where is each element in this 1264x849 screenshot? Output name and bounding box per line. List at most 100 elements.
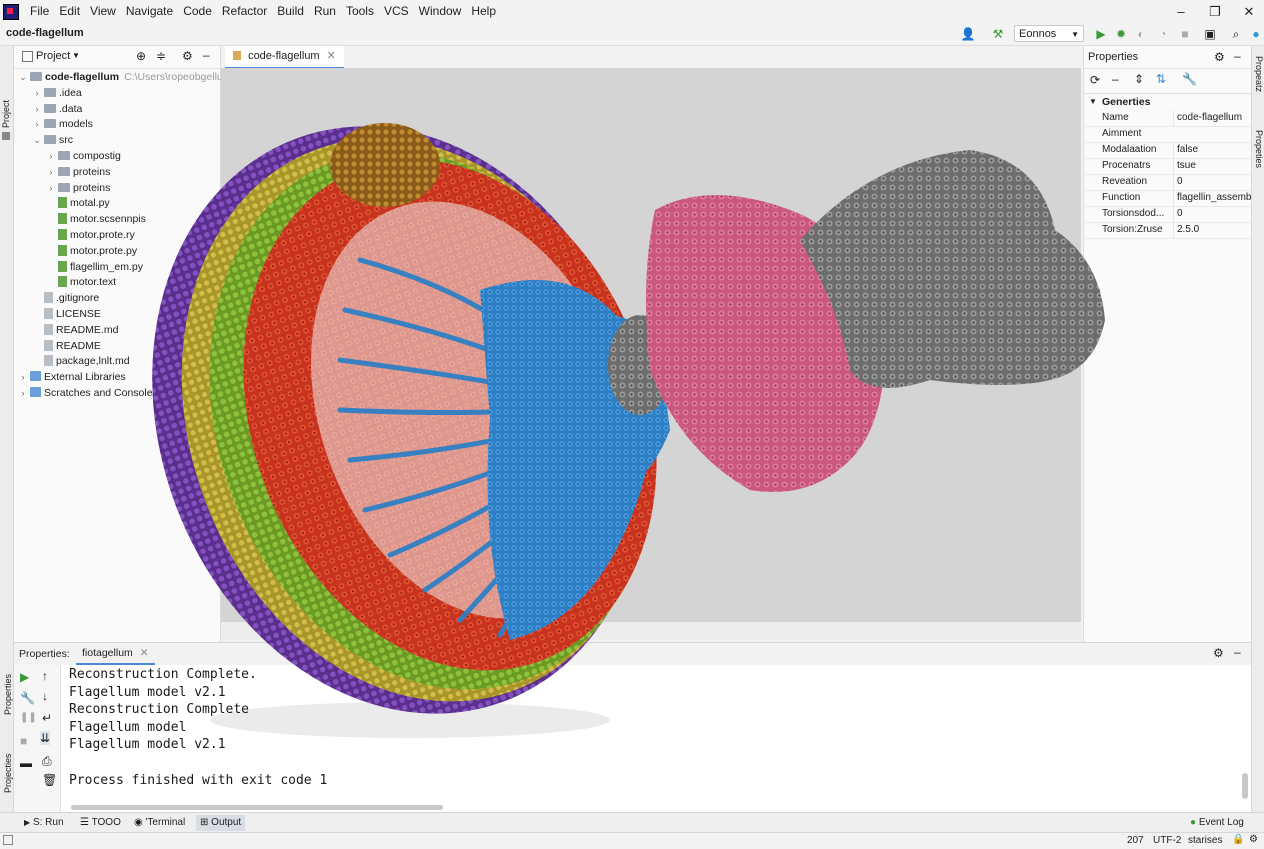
horizontal-scrollbar[interactable] <box>71 805 443 810</box>
chevron-down-icon[interactable]: ⌄ <box>18 69 28 85</box>
chevron-right-icon[interactable]: › <box>18 385 28 401</box>
menu-code[interactable]: Code <box>178 0 217 23</box>
property-value[interactable]: tsue <box>1173 158 1255 174</box>
profile-icon[interactable]: ◔ <box>1155 26 1171 42</box>
chevron-right-icon[interactable]: › <box>32 116 42 132</box>
user-icon[interactable]: 👤 <box>958 26 978 42</box>
close-window-icon[interactable]: ✕ <box>1232 0 1264 23</box>
tree-item[interactable]: › .data <box>32 101 83 117</box>
tool-tab-terminal[interactable]: ◉ 'Terminal <box>130 815 189 831</box>
print-icon[interactable]: ⎙ <box>42 754 52 769</box>
build-hammer-icon[interactable]: ⚒ <box>990 26 1006 42</box>
wrench-icon[interactable]: 🔧 <box>1182 72 1197 86</box>
gear-icon[interactable]: ⚙ <box>1214 50 1225 64</box>
pause-icon[interactable]: ❚❚ <box>20 712 37 723</box>
plugin-icon[interactable]: ● <box>1248 26 1264 42</box>
menu-refactor[interactable]: Refactor <box>217 0 272 23</box>
tree-item[interactable]: flagellim_em.py <box>46 259 143 275</box>
tree-item[interactable]: motor.scsennpis <box>46 211 146 227</box>
gear-icon[interactable]: ⚙ <box>182 49 193 63</box>
project-breadcrumb[interactable]: code-flagellum <box>6 27 84 39</box>
vertical-scrollbar[interactable] <box>1242 773 1248 799</box>
tree-item[interactable]: .gitignore <box>32 290 99 306</box>
menu-file[interactable]: File <box>25 0 54 23</box>
tree-item[interactable]: README.md <box>32 322 118 338</box>
window-toggle-icon[interactable] <box>3 835 13 845</box>
search-icon[interactable]: ⌕ <box>1228 26 1244 42</box>
minimize-icon[interactable]: – <box>1164 0 1198 23</box>
status-extra[interactable]: starises <box>1188 835 1222 846</box>
event-log-button[interactable]: ● Event Log <box>1186 815 1248 831</box>
tree-item[interactable]: › proteins <box>46 180 111 196</box>
property-value[interactable]: 0 <box>1173 174 1255 190</box>
tree-item[interactable]: README <box>32 338 101 354</box>
close-tab-icon[interactable]: ✕ <box>327 50 336 62</box>
gear-icon[interactable]: ⚙ <box>1213 646 1224 660</box>
chevron-right-icon[interactable]: › <box>46 148 56 164</box>
chevron-down-icon[interactable]: ▼ <box>72 51 80 60</box>
properties-section[interactable]: ▼ Generties <box>1084 94 1252 110</box>
sort-icon[interactable]: ⇅ <box>1156 72 1166 86</box>
chevron-right-icon[interactable]: › <box>18 369 28 385</box>
locate-icon[interactable]: ⊕ <box>136 49 146 63</box>
tree-item[interactable]: › models <box>32 116 93 132</box>
chevron-right-icon[interactable]: › <box>46 180 56 196</box>
menu-help[interactable]: Help <box>466 0 501 23</box>
properties-side-label[interactable]: Properties <box>3 674 13 715</box>
chevron-right-icon[interactable]: › <box>46 164 56 180</box>
tree-item[interactable]: › compostig <box>46 148 121 164</box>
menu-vcs[interactable]: VCS <box>379 0 414 23</box>
tree-item[interactable]: motal.py <box>46 195 110 211</box>
chevron-right-icon[interactable]: › <box>32 85 42 101</box>
restore-icon[interactable]: ❐ <box>1198 0 1232 23</box>
project-panel-title[interactable]: Project <box>36 50 70 62</box>
properties-side-tab-2[interactable]: Propeties <box>1254 130 1264 168</box>
menu-run[interactable]: Run <box>309 0 341 23</box>
stop-icon[interactable]: ■ <box>20 734 27 748</box>
property-value[interactable]: flagellin_assembly <box>1173 190 1255 206</box>
tree-item[interactable]: motor.prote.py <box>46 243 137 259</box>
tree-item[interactable]: ⌄ code-flagellum C:\Users\ropeobgellum <box>18 69 231 85</box>
menu-tools[interactable]: Tools <box>341 0 379 23</box>
soft-wrap-icon[interactable]: ↵ <box>42 711 52 725</box>
editor-tab[interactable]: code-flagellum ✕ <box>225 46 344 69</box>
property-value[interactable]: 0 <box>1173 206 1255 222</box>
menu-build[interactable]: Build <box>272 0 309 23</box>
arrow-up-icon[interactable]: ↑ <box>42 669 48 683</box>
run-icon[interactable]: ▶ <box>1093 26 1109 42</box>
expand-all-icon[interactable]: ⇕ <box>1134 72 1144 86</box>
tree-item[interactable]: LICENSE <box>32 306 101 322</box>
scroll-to-end-icon[interactable]: ⇊ <box>40 731 51 745</box>
refresh-icon[interactable]: ⟳ <box>1090 73 1100 87</box>
tree-item[interactable]: motor.prote.ry <box>46 227 135 243</box>
property-value[interactable]: false <box>1173 142 1255 158</box>
collapse-all-icon[interactable]: ≑ <box>156 49 166 63</box>
hide-panel-icon[interactable]: – <box>1234 49 1241 63</box>
tree-item[interactable]: › proteins <box>46 164 111 180</box>
tree-item[interactable]: › External Libraries <box>18 369 126 385</box>
bottom-tab[interactable]: fiotagellum ✕ <box>76 643 155 665</box>
menu-window[interactable]: Window <box>414 0 467 23</box>
rerun-icon[interactable]: ▶ <box>20 670 29 684</box>
arrow-down-icon[interactable]: ↓ <box>42 689 48 703</box>
tree-item[interactable]: › .idea <box>32 85 82 101</box>
chevron-down-icon[interactable]: ⌄ <box>32 132 42 148</box>
chevron-right-icon[interactable]: › <box>32 101 42 117</box>
tool-tab-output[interactable]: ⊞ Output <box>196 815 246 831</box>
tree-item[interactable]: › Scratches and Consoles <box>18 385 158 401</box>
hide-panel-icon[interactable]: – <box>203 48 210 62</box>
projecties-side-label[interactable]: Projecties <box>3 753 13 793</box>
minus-icon[interactable]: – <box>1112 72 1119 86</box>
lock-icon[interactable]: 🔒 <box>1232 834 1244 845</box>
trash-icon[interactable]: 🗑 <box>42 773 57 787</box>
menu-view[interactable]: View <box>85 0 121 23</box>
property-value[interactable]: 2.5.0 <box>1173 222 1255 238</box>
coverage-icon[interactable]: ◐ <box>1133 26 1149 42</box>
tool-tab-run[interactable]: ▶ S: Run <box>20 815 68 831</box>
settings-icon[interactable]: ⚙ <box>1249 834 1258 845</box>
project-tool-label[interactable]: Project <box>1 100 11 128</box>
properties-side-tab[interactable]: Propeatz <box>1254 56 1264 92</box>
tree-item[interactable]: package,lnlt.md <box>32 353 130 369</box>
tool-tab-todo[interactable]: ☰ TOOO <box>76 815 125 831</box>
tree-item[interactable]: motor.text <box>46 274 116 290</box>
